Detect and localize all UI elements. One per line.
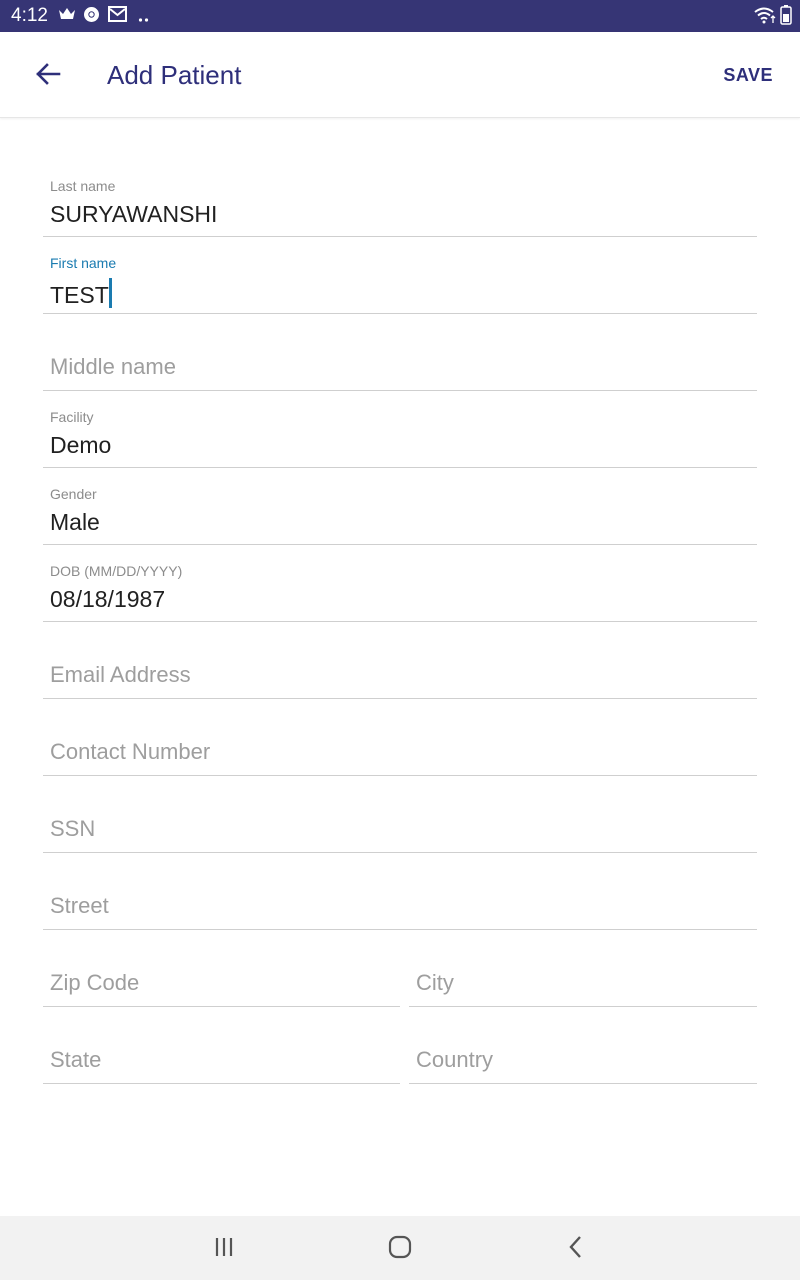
chevron-left-icon bbox=[568, 1235, 584, 1264]
dob-value: 08/18/1987 bbox=[50, 586, 166, 612]
facility-label: Facility bbox=[50, 409, 94, 425]
crown-icon bbox=[58, 6, 76, 27]
app-bar: Add Patient SAVE bbox=[0, 32, 800, 118]
ssn-placeholder: SSN bbox=[50, 816, 96, 841]
gender-field[interactable]: Gender Male bbox=[43, 478, 757, 545]
first-name-value: TEST bbox=[50, 282, 109, 308]
street-field[interactable]: Street bbox=[43, 863, 757, 930]
middle-name-placeholder: Middle name bbox=[50, 354, 176, 379]
home-button[interactable] bbox=[385, 1234, 415, 1264]
contact-number-placeholder: Contact Number bbox=[50, 739, 211, 764]
email-field[interactable]: Email Address bbox=[43, 632, 757, 699]
home-icon bbox=[388, 1235, 412, 1264]
text-cursor bbox=[108, 278, 112, 308]
facility-field[interactable]: Facility Demo bbox=[43, 401, 757, 468]
last-name-label: Last name bbox=[50, 178, 116, 194]
first-name-label: First name bbox=[50, 255, 117, 271]
wifi-icon bbox=[754, 6, 776, 29]
state-field[interactable]: State bbox=[43, 1017, 400, 1084]
dob-field[interactable]: DOB (MM/DD/YYYY) 08/18/1987 bbox=[43, 555, 757, 622]
country-field[interactable]: Country bbox=[409, 1017, 757, 1084]
status-time: 4:12 bbox=[11, 5, 48, 26]
system-nav-bar bbox=[0, 1216, 800, 1280]
middle-name-field[interactable]: Middle name bbox=[43, 324, 757, 391]
state-placeholder: State bbox=[50, 1047, 102, 1072]
gmail-icon bbox=[108, 6, 127, 27]
recent-apps-icon bbox=[213, 1236, 235, 1263]
gender-label: Gender bbox=[50, 486, 97, 502]
gender-value: Male bbox=[50, 509, 100, 535]
city-field[interactable]: City bbox=[409, 940, 757, 1007]
recent-apps-button[interactable] bbox=[209, 1234, 239, 1264]
nav-back-button[interactable] bbox=[561, 1234, 591, 1264]
arrow-left-icon bbox=[35, 62, 61, 90]
zip-code-placeholder: Zip Code bbox=[50, 970, 140, 995]
facility-value: Demo bbox=[50, 432, 112, 458]
chrome-icon bbox=[83, 6, 100, 28]
battery-icon bbox=[780, 5, 792, 30]
save-button[interactable]: SAVE bbox=[723, 65, 773, 86]
first-name-field[interactable]: First name TEST bbox=[43, 247, 757, 314]
country-placeholder: Country bbox=[416, 1047, 494, 1072]
dob-label: DOB (MM/DD/YYYY) bbox=[50, 563, 183, 579]
ssn-field[interactable]: SSN bbox=[43, 786, 757, 853]
street-placeholder: Street bbox=[50, 893, 109, 918]
page-title: Add Patient bbox=[107, 60, 242, 90]
contact-number-field[interactable]: Contact Number bbox=[43, 709, 757, 776]
status-bar: 4:12 bbox=[0, 0, 800, 32]
email-placeholder: Email Address bbox=[50, 662, 191, 687]
city-placeholder: City bbox=[416, 970, 454, 995]
back-button[interactable] bbox=[30, 58, 66, 94]
zip-code-field[interactable]: Zip Code bbox=[43, 940, 400, 1007]
more-dots-icon bbox=[138, 10, 150, 28]
last-name-field[interactable]: Last name SURYAWANSHI bbox=[43, 170, 757, 237]
last-name-value: SURYAWANSHI bbox=[50, 201, 218, 227]
